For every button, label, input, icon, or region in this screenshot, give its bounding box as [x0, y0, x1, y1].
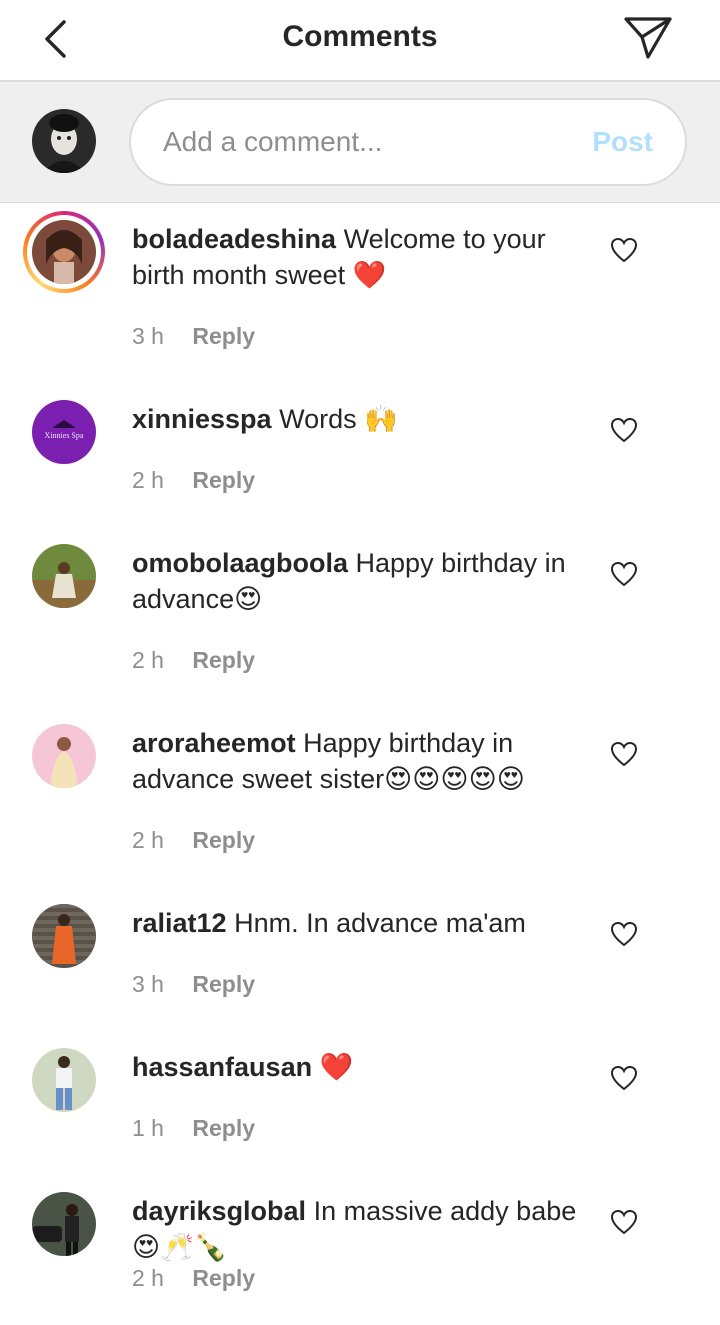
comment-item: dayriksglobal In massive addy babe 😍🥂🍾 2… [0, 1175, 720, 1325]
reply-button[interactable]: Reply [192, 1265, 255, 1291]
comment-item: boladeadeshina Welcome to your birth mon… [0, 203, 720, 383]
heart-outline-icon [610, 741, 638, 767]
comment-body: Hnm. In advance ma'am [234, 908, 526, 938]
comment-meta: 3 h Reply [132, 971, 255, 998]
comment-item: raliat12 Hnm. In advance ma'am 3 h Reply [0, 887, 720, 1031]
comment-item: Xinnies Spa xinniesspa Words 🙌 2 h Reply [0, 383, 720, 527]
comment-username[interactable]: dayriksglobal [132, 1196, 306, 1226]
like-button[interactable] [609, 236, 639, 264]
comment-text: boladeadeshina Welcome to your birth mon… [132, 221, 592, 294]
user-avatar[interactable] [23, 211, 105, 293]
comment-meta: 2 h Reply [132, 647, 255, 674]
like-button[interactable] [609, 1064, 639, 1092]
comment-body: In massive addy babe [313, 1196, 577, 1226]
comment-body: Words [279, 404, 357, 434]
comment-input[interactable]: Add a comment... Post [129, 98, 687, 186]
reply-button[interactable]: Reply [192, 467, 255, 493]
comment-username[interactable]: boladeadeshina [132, 224, 336, 254]
comment-username[interactable]: omobolaagboola [132, 548, 348, 578]
comment-text: raliat12 Hnm. In advance ma'am [132, 905, 592, 941]
comment-meta: 2 h Reply [132, 827, 255, 854]
comment-time: 2 h [132, 827, 164, 853]
post-button[interactable]: Post [592, 126, 653, 158]
comment-time: 2 h [132, 1265, 164, 1291]
like-button[interactable] [609, 416, 639, 444]
comment-username[interactable]: aroraheemot [132, 728, 296, 758]
heart-outline-icon [610, 1209, 638, 1235]
share-button[interactable] [620, 12, 676, 64]
comment-time: 3 h [132, 323, 164, 349]
heart-eyes-emoji: 😍 [234, 584, 263, 615]
comment-time: 2 h [132, 467, 164, 493]
comment-meta: 3 h Reply [132, 323, 255, 350]
reply-button[interactable]: Reply [192, 1115, 255, 1141]
comment-list: boladeadeshina Welcome to your birth mon… [0, 203, 720, 1325]
heart-emoji: ❤️ [319, 1052, 354, 1083]
comment-text: omobolaagboola Happy birthday in advance… [132, 545, 592, 618]
heart-emoji: ❤️ [352, 260, 387, 291]
user-avatar[interactable]: Xinnies Spa [32, 400, 96, 464]
like-button[interactable] [609, 1208, 639, 1236]
comment-username[interactable]: hassanfausan [132, 1052, 312, 1082]
comment-time: 3 h [132, 971, 164, 997]
comment-input-placeholder: Add a comment... [163, 126, 383, 157]
header-bar: Comments [0, 0, 720, 82]
comment-time: 1 h [132, 1115, 164, 1141]
celebration-emoji: 😍🥂🍾 [132, 1232, 228, 1263]
heart-outline-icon [610, 237, 638, 263]
comment-text: hassanfausan ❤️ [132, 1049, 592, 1086]
page-title: Comments [282, 20, 438, 53]
like-button[interactable] [609, 560, 639, 588]
user-avatar[interactable] [32, 904, 96, 968]
comment-item: aroraheemot Happy birthday in advance sw… [0, 707, 720, 887]
comment-time: 2 h [132, 647, 164, 673]
comment-text: dayriksglobal In massive addy babe 😍🥂🍾 [132, 1193, 592, 1266]
like-button[interactable] [609, 740, 639, 768]
comment-username[interactable]: raliat12 [132, 908, 227, 938]
reply-button[interactable]: Reply [192, 971, 255, 997]
reply-button[interactable]: Reply [192, 647, 255, 673]
comment-text: xinniesspa Words 🙌 [132, 401, 592, 438]
reply-button[interactable]: Reply [192, 827, 255, 853]
comment-meta: 2 h Reply [132, 1265, 255, 1292]
like-button[interactable] [609, 920, 639, 948]
my-avatar [32, 109, 96, 173]
comment-item: hassanfausan ❤️ 1 h Reply [0, 1031, 720, 1175]
comment-text: aroraheemot Happy birthday in advance sw… [132, 725, 592, 798]
heart-eyes-emoji: 😍😍😍😍😍 [384, 764, 525, 795]
comment-meta: 2 h Reply [132, 467, 255, 494]
comment-username[interactable]: xinniesspa [132, 404, 272, 434]
user-avatar[interactable] [32, 544, 96, 608]
heart-outline-icon [610, 561, 638, 587]
comment-composer: Add a comment... Post [0, 82, 720, 203]
reply-button[interactable]: Reply [192, 323, 255, 349]
user-avatar[interactable] [32, 724, 96, 788]
avatar-brand-text: Xinnies Spa [45, 431, 84, 440]
user-avatar[interactable] [32, 1192, 96, 1256]
comment-meta: 1 h Reply [132, 1115, 255, 1142]
raised-hands-emoji: 🙌 [364, 404, 398, 435]
comment-item: omobolaagboola Happy birthday in advance… [0, 527, 720, 707]
paper-plane-icon [624, 17, 672, 59]
user-avatar[interactable] [32, 1048, 96, 1112]
heart-outline-icon [610, 1065, 638, 1091]
heart-outline-icon [610, 417, 638, 443]
heart-outline-icon [610, 921, 638, 947]
